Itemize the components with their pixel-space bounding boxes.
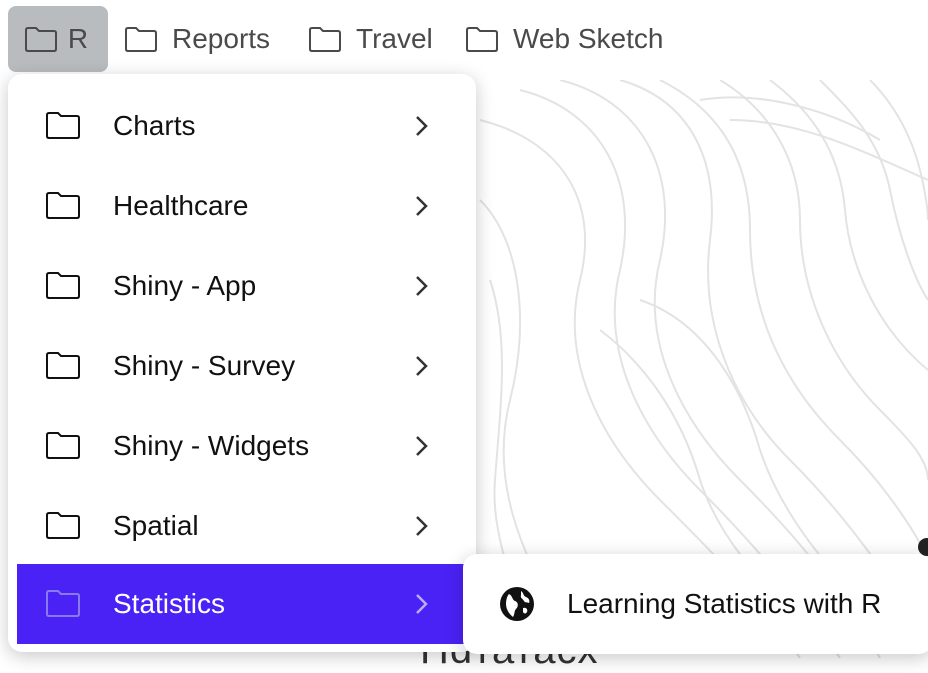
folder-icon	[309, 27, 341, 52]
chevron-right-icon	[416, 436, 428, 456]
menu-item-label: Spatial	[113, 510, 199, 541]
menu-item-healthcare[interactable]: Healthcare	[17, 166, 472, 246]
folder-icon	[46, 272, 80, 299]
bookmark-folder-reports[interactable]: Reports	[124, 6, 270, 72]
folder-icon	[46, 590, 80, 617]
bookmark-label: Web Sketch	[513, 23, 664, 54]
submenu-item-label: Learning Statistics with R	[567, 588, 882, 619]
menu-item-spatial[interactable]: Spatial	[17, 486, 472, 566]
bookmark-folder-web-sketch[interactable]: Web Sketch	[465, 6, 663, 72]
menu-item-label: Charts	[113, 110, 196, 141]
chevron-right-icon	[416, 196, 428, 216]
folder-icon	[46, 432, 80, 459]
menu-item-charts[interactable]: Charts	[17, 86, 472, 166]
menu-item-statistics[interactable]: Statistics	[17, 564, 472, 644]
globe-icon	[500, 587, 534, 621]
bookmark-label: Reports	[172, 23, 271, 54]
folder-icon	[46, 512, 80, 539]
chevron-right-icon	[416, 516, 428, 536]
chevron-right-icon	[416, 594, 428, 614]
bookmark-folder-r[interactable]: R	[8, 6, 108, 72]
menu-item-label: Healthcare	[113, 190, 249, 221]
chevron-right-icon	[416, 356, 428, 376]
bookmarks-bar: R Reports Travel Web Sketch	[0, 0, 928, 80]
menu-item-label: Shiny - Widgets	[113, 430, 310, 461]
chevron-right-icon	[416, 276, 428, 296]
menu-item-label: Shiny - Survey	[113, 350, 296, 381]
menu-item-label: Shiny - App	[113, 270, 257, 301]
submenu-item-learning-statistics-with-r[interactable]: Learning Statistics with R	[463, 554, 928, 654]
bookmark-folder-travel[interactable]: Travel	[308, 6, 433, 72]
bookmark-folder-dropdown: Charts Healthcare Shiny - App Shiny - Su…	[8, 74, 476, 652]
folder-icon	[46, 352, 80, 379]
menu-item-shiny-app[interactable]: Shiny - App	[17, 246, 472, 326]
folder-icon	[46, 112, 80, 139]
folder-icon	[125, 27, 157, 52]
statistics-submenu: Learning Statistics with R	[463, 554, 928, 654]
chevron-right-icon	[416, 116, 428, 136]
menu-item-shiny-survey[interactable]: Shiny - Survey	[17, 326, 472, 406]
menu-item-label: Statistics	[113, 588, 226, 619]
folder-icon	[24, 27, 57, 52]
folder-icon	[46, 192, 80, 219]
bookmark-label: R	[67, 23, 89, 54]
bookmark-label: Travel	[356, 23, 433, 54]
folder-icon	[466, 27, 498, 52]
menu-item-shiny-widgets[interactable]: Shiny - Widgets	[17, 406, 472, 486]
